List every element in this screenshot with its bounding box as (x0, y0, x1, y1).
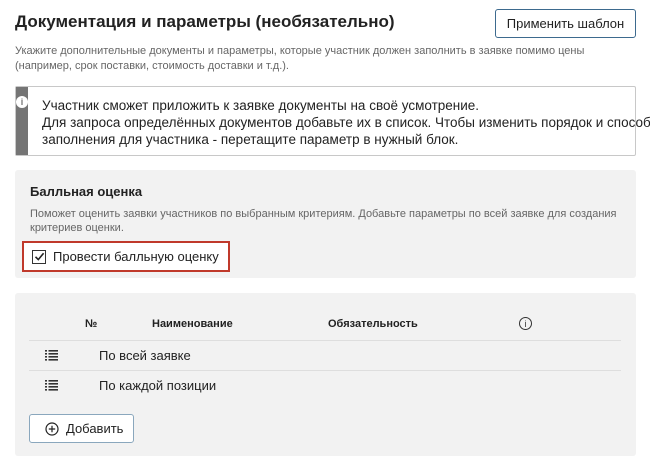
page-title: Документация и параметры (необязательно) (15, 12, 395, 31)
add-button-label: Добавить (66, 421, 124, 436)
info-line: Участник сможет приложить к заявке докум… (42, 98, 480, 113)
info-icon: i (16, 96, 28, 108)
row-label: По всей заявке (99, 348, 191, 363)
table-row[interactable]: По каждой позиции (29, 370, 621, 400)
column-info-icon[interactable]: i (519, 317, 532, 330)
info-line: заполнения для участника - перетащите па… (42, 132, 459, 147)
info-bar: i (16, 87, 28, 155)
info-text: Участник сможет приложить к заявке докум… (28, 87, 650, 155)
drag-handle-icon[interactable] (45, 380, 58, 391)
apply-template-button[interactable]: Применить шаблон (495, 9, 636, 38)
info-box: i Участник сможет приложить к заявке док… (15, 86, 650, 156)
info-line: Для запроса определённых документов доба… (42, 115, 650, 130)
scoring-title: Балльная оценка (30, 184, 143, 199)
scoring-checkbox-row[interactable]: Провести балльную оценку (22, 241, 230, 272)
row-label: По каждой позиции (99, 378, 217, 393)
column-header-required: Обязательность (328, 318, 418, 330)
column-header-number: № (85, 318, 98, 330)
page-subtitle: Укажите дополнительные документы и парам… (15, 45, 585, 72)
scoring-panel: Балльная оценка Поможет оценить заявки у… (15, 170, 636, 278)
check-icon (34, 252, 44, 261)
parameters-table: № Наименование Обязательность i По всей … (15, 293, 636, 456)
plus-circle-icon (45, 421, 59, 436)
scoring-checkbox-label: Провести балльную оценку (53, 249, 219, 264)
add-button[interactable]: Добавить (29, 414, 134, 443)
scoring-checkbox[interactable] (32, 249, 46, 264)
column-header-name: Наименование (152, 318, 233, 330)
table-row[interactable]: По всей заявке (29, 340, 621, 370)
scoring-description: Поможет оценить заявки участников по выб… (30, 208, 617, 234)
drag-handle-icon[interactable] (45, 350, 58, 361)
